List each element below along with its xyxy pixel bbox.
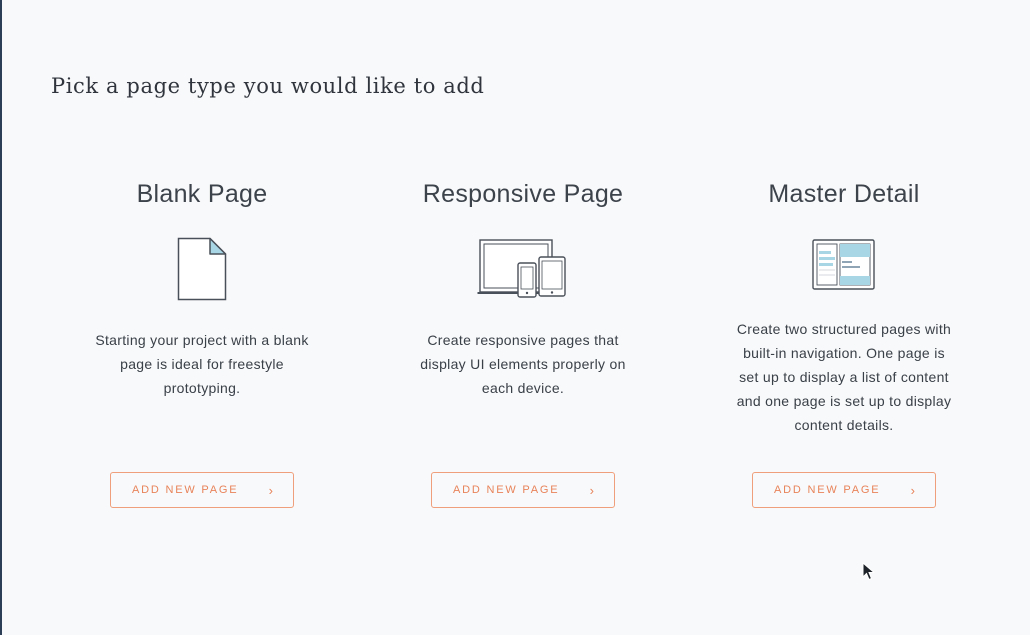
add-responsive-page-button[interactable]: ADD NEW PAGE › xyxy=(431,472,615,508)
responsive-devices-icon xyxy=(477,239,566,298)
chevron-right-icon: › xyxy=(910,482,915,498)
master-detail-card: Master Detail Create two structured page… xyxy=(684,178,1004,508)
button-label: ADD NEW PAGE xyxy=(774,484,881,496)
page-heading: Pick a page type you would like to add xyxy=(51,74,485,98)
blank-page-card: Blank Page Starting your project with a … xyxy=(42,178,362,508)
button-label: ADD NEW PAGE xyxy=(132,484,239,496)
chevron-right-icon: › xyxy=(268,482,273,498)
card-title: Responsive Page xyxy=(422,180,624,208)
card-description: Starting your project with a blank page … xyxy=(95,332,309,396)
blank-page-icon xyxy=(177,237,227,301)
add-master-detail-button[interactable]: ADD NEW PAGE › xyxy=(752,472,936,508)
button-label: ADD NEW PAGE xyxy=(453,484,560,496)
master-detail-icon xyxy=(812,239,875,290)
add-blank-page-button[interactable]: ADD NEW PAGE › xyxy=(110,472,294,508)
card-title: Master Detail xyxy=(768,180,920,208)
card-description: Create two structured pages with built-i… xyxy=(736,321,952,433)
card-title: Blank Page xyxy=(136,180,268,208)
card-description: Create responsive pages that display UI … xyxy=(420,332,626,396)
chevron-right-icon: › xyxy=(589,482,594,498)
responsive-page-card: Responsive Page Create responsive pages … xyxy=(363,178,683,508)
mouse-cursor-icon xyxy=(862,562,876,581)
